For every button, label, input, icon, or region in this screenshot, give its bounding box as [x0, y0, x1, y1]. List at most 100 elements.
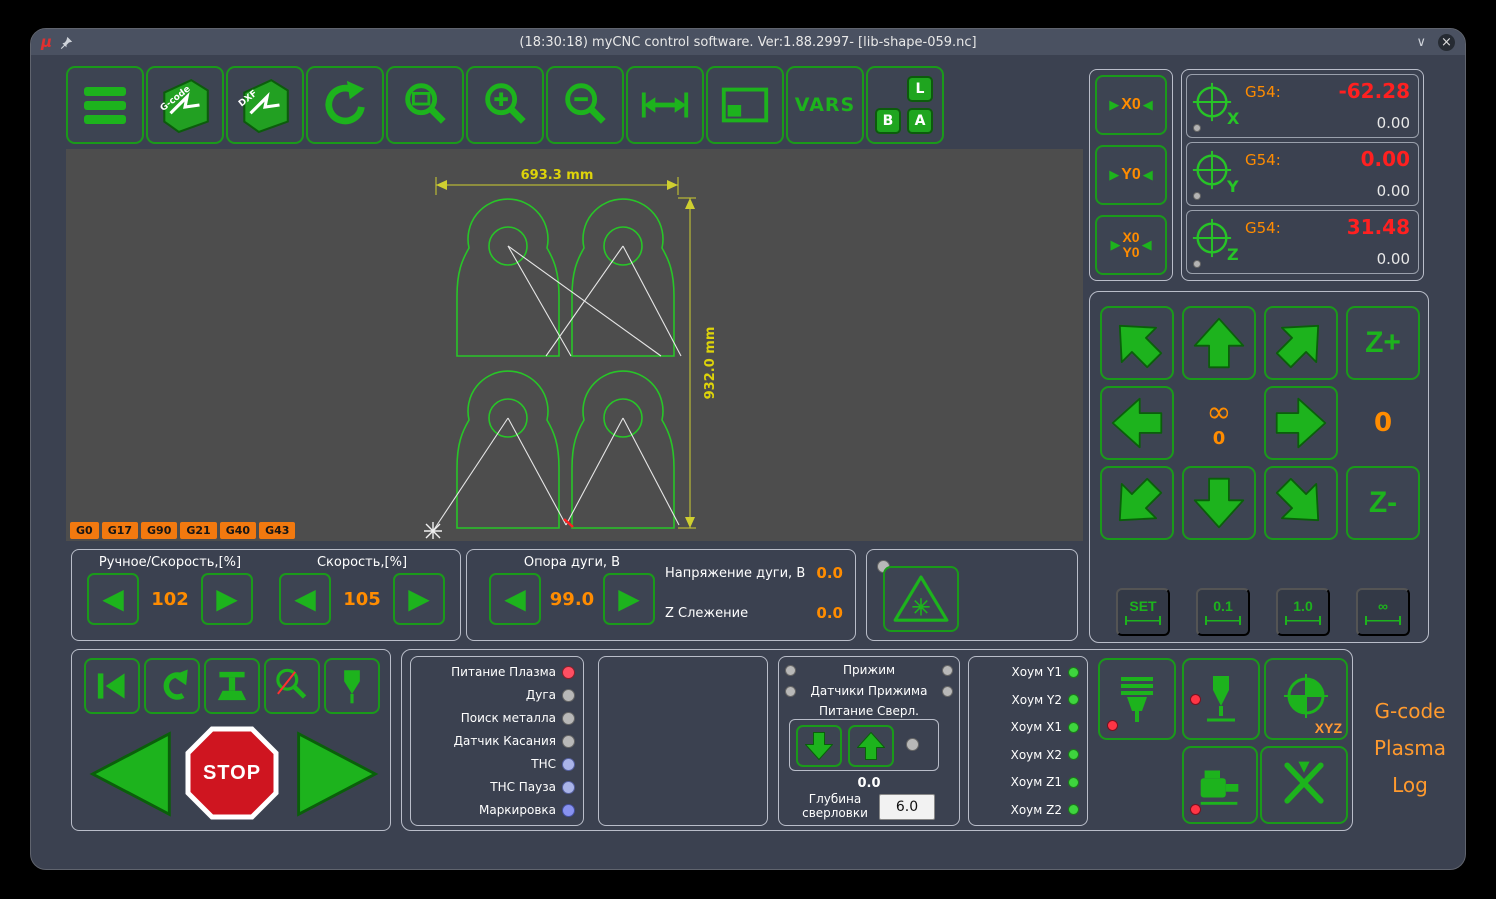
rotary-tool-led: [1190, 804, 1201, 815]
jog-up-right-button[interactable]: [1264, 306, 1338, 380]
clamp-press-button[interactable]: [204, 658, 260, 714]
open-gcode-button[interactable]: G-code: [146, 66, 224, 144]
touch-sensor-label: Датчик Касания: [453, 734, 556, 748]
y-machine-value: 0.00: [1376, 182, 1410, 200]
toolpath-canvas[interactable]: 693.3 mm 932.0 mm G0 G17 G90 G21 G40 G43: [66, 149, 1083, 541]
z-minus-label: Z-: [1368, 486, 1398, 519]
stop-button[interactable]: STOP: [182, 720, 282, 826]
fit-width-button[interactable]: [626, 66, 704, 144]
program-speed-increase-button[interactable]: ▶: [393, 573, 445, 625]
arc-support-decrease-button[interactable]: ◀: [489, 573, 541, 625]
fit-screen-button[interactable]: [706, 66, 784, 144]
arrow-down-icon: [1192, 476, 1246, 530]
step-set-button[interactable]: SET: [1116, 588, 1170, 636]
jog-up-button[interactable]: [1182, 306, 1256, 380]
step-back-button[interactable]: [144, 658, 200, 714]
home-xyz-button[interactable]: XYZ: [1264, 658, 1348, 740]
shade-icon[interactable]: ∨: [1416, 35, 1426, 50]
jog-down-left-button[interactable]: [1100, 466, 1174, 540]
drill-depth-input[interactable]: [879, 794, 935, 820]
ruler-icon: [1205, 616, 1241, 625]
drill-cycle-button[interactable]: [1182, 658, 1260, 740]
rotary-tool-button[interactable]: [1182, 746, 1258, 824]
zoom-fit-button[interactable]: [386, 66, 464, 144]
stop-label: STOP: [202, 761, 262, 784]
pin-icon[interactable]: [60, 36, 73, 49]
metal-search-label: Поиск металла: [460, 711, 556, 725]
zoom-in-button[interactable]: [466, 66, 544, 144]
tab-gcode[interactable]: G-code: [1375, 699, 1446, 723]
drill-raise-button[interactable]: [848, 725, 894, 767]
drill-status-led: [906, 738, 919, 751]
dro-row-y[interactable]: Y G54: 0.00 0.00: [1186, 142, 1419, 206]
drill-updown-group: [789, 719, 939, 771]
zero-y-button[interactable]: ▶ Y0 ◀: [1095, 145, 1167, 205]
dro-row-x[interactable]: X G54: -62.28 0.00: [1186, 74, 1419, 138]
tab-plasma[interactable]: Plasma: [1374, 736, 1446, 760]
arc-led: [562, 688, 575, 702]
arc-support-increase-button[interactable]: ▶: [603, 573, 655, 625]
jog-left-button[interactable]: [1100, 386, 1174, 460]
menu-button[interactable]: [66, 66, 144, 144]
jog-infinity-cell: ∞ 0: [1182, 386, 1256, 460]
home-x2-led: [1068, 749, 1079, 761]
jog-z-plus-button[interactable]: Z+: [1346, 306, 1420, 380]
jog-right-button[interactable]: [1264, 386, 1338, 460]
arc-support-group: Опора дуги, В ◀ 99.0 ▶: [477, 555, 667, 625]
drill-depth-label-line1: Глубина: [808, 792, 862, 806]
plasma-power-label: Питание Плазма: [451, 665, 556, 679]
ruler-icon: [1125, 616, 1161, 625]
key-a: A: [907, 108, 933, 134]
manual-speed-decrease-button[interactable]: ◀: [87, 573, 139, 625]
speed-panel: Ручное/Скорость,[%] ◀ 102 ▶ Скорость,[%]…: [71, 549, 461, 641]
app-logo-mu: μ: [41, 33, 53, 51]
arrow-left-icon: ◀: [1141, 237, 1152, 252]
tool-cancel-button[interactable]: [1260, 746, 1348, 824]
titlebar: μ (18:30:18) myCNC control software. Ver…: [31, 29, 1465, 55]
zoom-out-button[interactable]: [546, 66, 624, 144]
jog-down-button[interactable]: [1182, 466, 1256, 540]
arrow-up-left-icon: [1099, 305, 1175, 381]
step-1-0-button[interactable]: 1.0: [1276, 588, 1330, 636]
close-icon[interactable]: ×: [1438, 33, 1455, 51]
key-b: B: [875, 108, 901, 134]
zero-xy-button[interactable]: ▶ X0 Y0 ◀: [1095, 215, 1167, 275]
run-backward-button[interactable]: [84, 724, 176, 824]
home-y2-led: [1068, 694, 1079, 706]
jog-up-left-button[interactable]: [1100, 306, 1174, 380]
manual-speed-increase-button[interactable]: ▶: [201, 573, 253, 625]
keyboard-button[interactable]: L B A: [866, 66, 944, 144]
run-forward-button[interactable]: [290, 724, 382, 824]
clamp-box: Прижим Датчики Прижима Питание Сверл. 0.…: [778, 656, 960, 826]
arrow-left-icon: [1110, 396, 1164, 450]
plasma-warning-panel: [866, 549, 1078, 641]
plasma-warning-button[interactable]: [883, 566, 959, 632]
tab-log[interactable]: Log: [1392, 773, 1428, 797]
zoom-in-icon: [485, 83, 526, 124]
program-speed-decrease-button[interactable]: ◀: [279, 573, 331, 625]
spindle-lower-button[interactable]: [1098, 658, 1176, 740]
zero-x-button[interactable]: ▶ X0 ◀: [1095, 75, 1167, 135]
metal-search-button[interactable]: [264, 658, 320, 714]
open-dxf-button[interactable]: DXF: [226, 66, 304, 144]
refresh-button[interactable]: [306, 66, 384, 144]
drill-button[interactable]: [324, 658, 380, 714]
drill-lower-button[interactable]: [796, 725, 842, 767]
manual-speed-group: Ручное/Скорость,[%] ◀ 102 ▶: [78, 555, 262, 625]
triangle-left-icon: ◀: [294, 583, 316, 614]
jog-z-minus-button[interactable]: Z-: [1346, 466, 1420, 540]
keyboard-icon: L B A: [875, 76, 935, 134]
zoom-fit-icon: [405, 83, 446, 124]
home-y1-led: [1068, 666, 1079, 678]
go-to-start-button[interactable]: [84, 658, 140, 714]
axis-z-letter: Z: [1227, 245, 1239, 264]
undo-arrow-icon: [163, 669, 188, 700]
step-0-1-button[interactable]: 0.1: [1196, 588, 1250, 636]
vars-button[interactable]: VARS: [786, 66, 864, 144]
jog-down-right-button[interactable]: [1264, 466, 1338, 540]
x-position-value: -62.28: [1338, 79, 1410, 103]
thc-pause-label: ТНС Пауза: [490, 780, 556, 794]
dro-row-z[interactable]: Z G54: 31.48 0.00: [1186, 210, 1419, 274]
step-continuous-button[interactable]: ∞: [1356, 588, 1410, 636]
drill-depth-label-line2: сверловки: [802, 805, 868, 820]
